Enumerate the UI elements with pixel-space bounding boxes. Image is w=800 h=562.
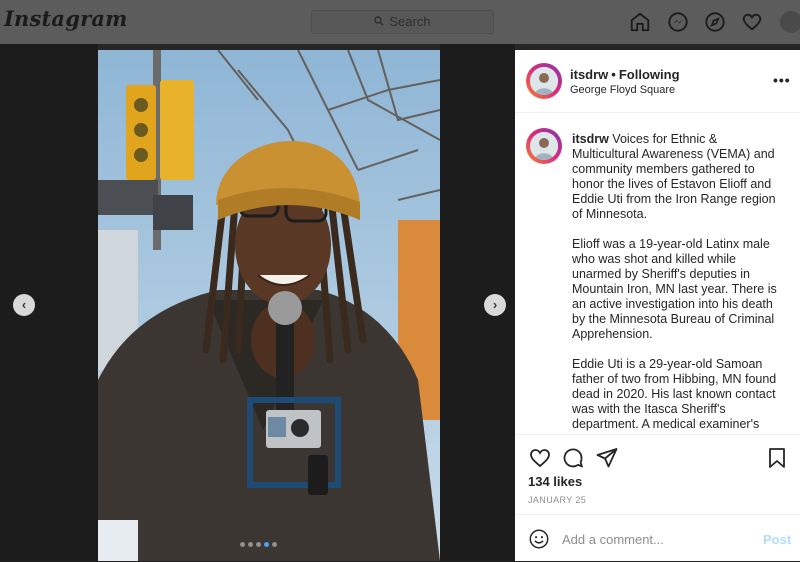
post-header: itsdrw • Following George Floyd Square ••• <box>515 50 800 113</box>
heart-icon[interactable] <box>741 11 763 33</box>
share-paper-plane-icon[interactable] <box>595 446 619 470</box>
search-placeholder: Search <box>389 14 431 29</box>
caption-paragraph: Eddie Uti is a 29-year-old Samoan father… <box>572 357 777 431</box>
caption-username[interactable]: itsdrw <box>572 132 609 146</box>
more-options-icon[interactable]: ••• <box>773 72 791 88</box>
caption-area[interactable]: itsdrw Voices for Ethnic & Multicultural… <box>515 113 800 434</box>
search-box[interactable]: Search <box>311 10 494 34</box>
carousel-dot <box>272 542 277 547</box>
post-detail-panel: itsdrw • Following George Floyd Square •••… <box>515 50 800 561</box>
caption-paragraph: Elioff was a 19-year-old Latinx male who… <box>572 237 777 341</box>
author-avatar[interactable] <box>526 63 562 99</box>
like-heart-icon[interactable] <box>528 446 552 470</box>
messenger-icon[interactable] <box>667 11 689 33</box>
comment-icon[interactable] <box>561 446 585 470</box>
author-username[interactable]: itsdrw <box>570 67 608 82</box>
carousel-next-button[interactable]: › <box>484 294 506 316</box>
post-photo[interactable] <box>98 50 440 561</box>
carousel-dot <box>256 542 261 547</box>
chevron-left-icon: ‹ <box>21 297 27 312</box>
save-bookmark-icon[interactable] <box>765 446 789 470</box>
comment-bar: Post <box>515 514 800 562</box>
comment-input[interactable] <box>562 528 742 550</box>
post-date[interactable]: JANUARY 25 <box>528 495 586 505</box>
chevron-right-icon: › <box>492 297 498 312</box>
carousel-dot-active <box>264 542 269 547</box>
caption-paragraph: itsdrw Voices for Ethnic & Multicultural… <box>572 132 776 221</box>
avatar[interactable] <box>780 11 800 33</box>
carousel-dot <box>240 542 245 547</box>
header-user-line: itsdrw • Following <box>570 67 680 82</box>
post-comment-button[interactable]: Post <box>763 532 791 547</box>
photo-illustration <box>98 50 440 561</box>
home-icon[interactable] <box>629 11 651 33</box>
explore-icon[interactable] <box>704 11 726 33</box>
post-actions: 134 likes JANUARY 25 <box>515 434 800 515</box>
top-navigation: Instagram Search <box>0 0 800 44</box>
separator-dot: • <box>611 67 616 82</box>
carousel-dot <box>248 542 253 547</box>
emoji-icon[interactable] <box>528 528 550 550</box>
carousel-prev-button[interactable]: ‹ <box>13 294 35 316</box>
caption-text: itsdrw Voices for Ethnic & Multicultural… <box>572 132 787 434</box>
following-button[interactable]: Following <box>619 67 680 82</box>
caption-avatar[interactable] <box>526 128 562 164</box>
likes-count[interactable]: 134 likes <box>528 474 582 489</box>
search-icon <box>374 11 384 33</box>
location-link[interactable]: George Floyd Square <box>570 84 675 96</box>
instagram-logo[interactable]: Instagram <box>4 6 128 31</box>
